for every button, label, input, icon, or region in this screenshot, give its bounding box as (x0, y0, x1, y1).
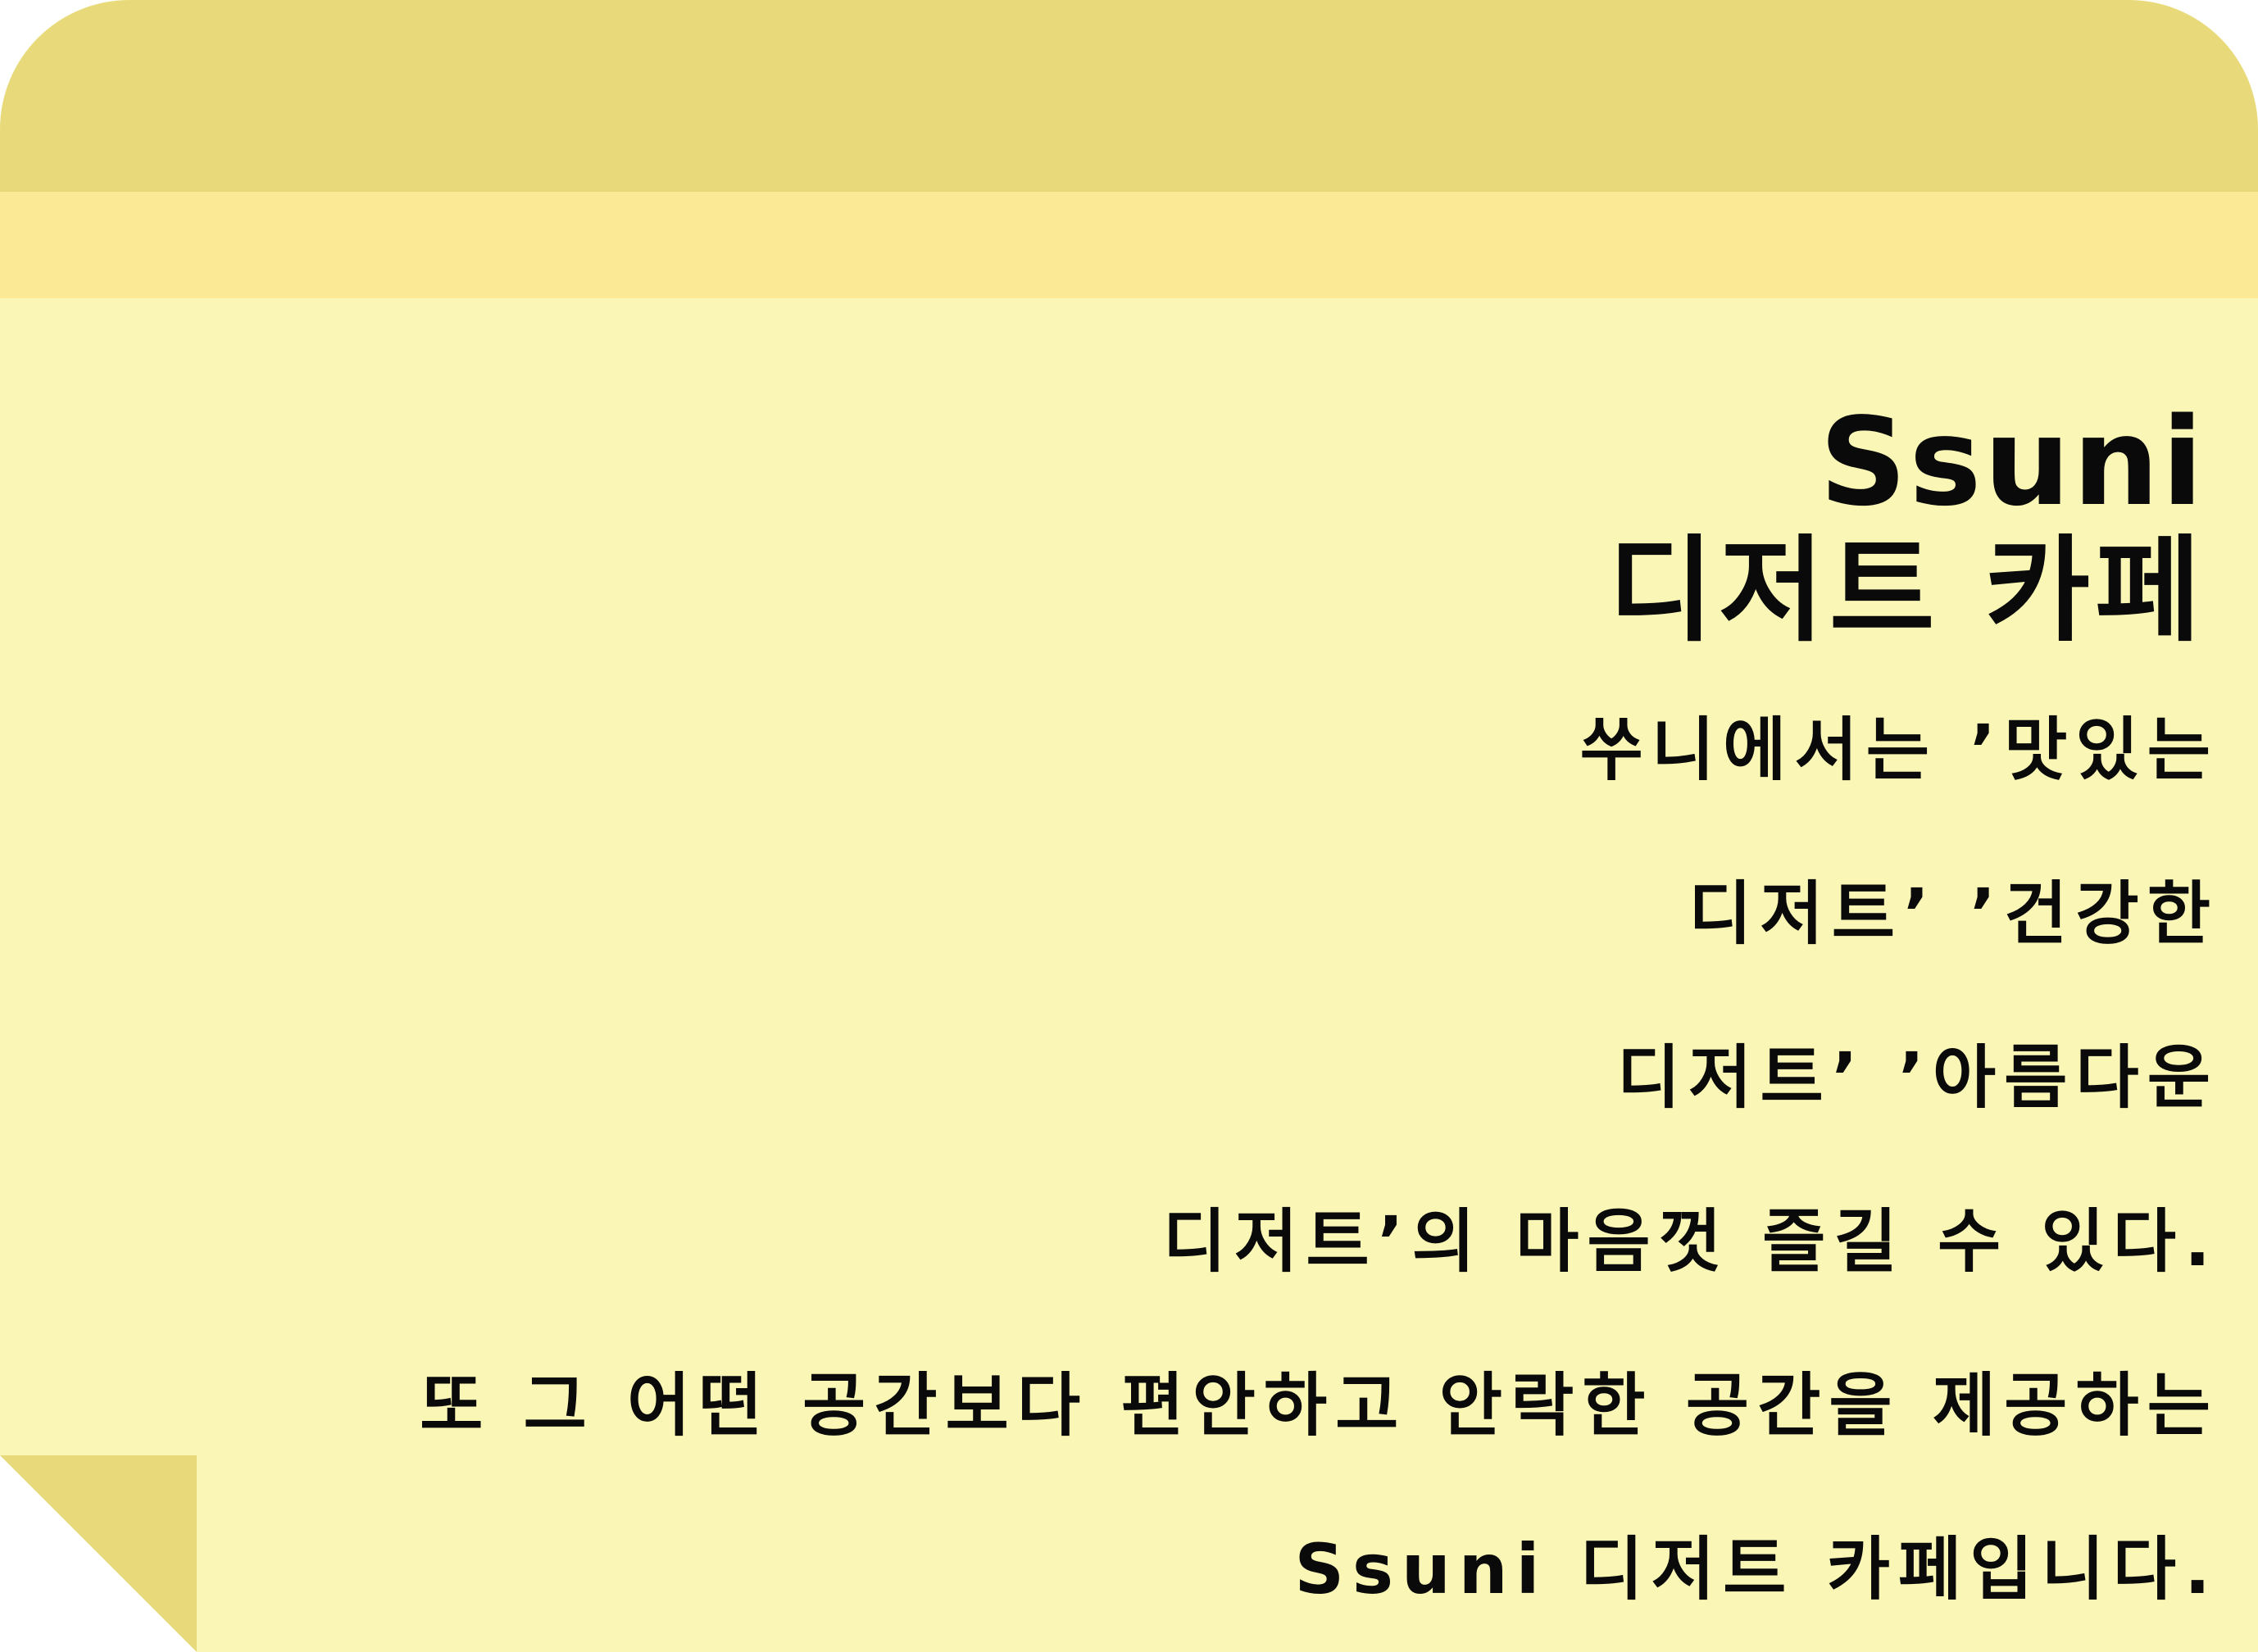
title-brand: Ssuni (1819, 392, 2206, 533)
body-line-2: 디저트’ ’건강한 (1688, 874, 2219, 954)
body-line-3: 디저트’ ’아름다운 (1616, 1037, 2219, 1118)
sticky-note: Ssuni 디저트 카페 쑤니에서는 ’맛있는 디저트’ ’건강한 디저트’ ’… (0, 0, 2258, 1652)
note-body: 쑤니에서는 ’맛있는 디저트’ ’건강한 디저트’ ’아름다운 디저트’의 마음… (88, 697, 2219, 1652)
note-top-band (0, 0, 2258, 192)
note-title: Ssuni 디저트 카페 (1608, 400, 2206, 657)
body-line-4: 디저트’의 마음껏 즐길 수 있다. (1162, 1201, 2219, 1282)
note-header-stripe (0, 192, 2258, 298)
body-line-1: 쑤니에서는 ’맛있는 (1579, 710, 2219, 790)
title-subtitle: 디저트 카페 (1608, 524, 2206, 658)
body-line-6: Ssuni 디저트 카페입니다. (1294, 1529, 2219, 1609)
body-line-5: 또 그 어떤 공간보다 편안하고 안락한 공간을 제공하는 (420, 1365, 2219, 1446)
page-curl-corner (0, 1455, 197, 1652)
